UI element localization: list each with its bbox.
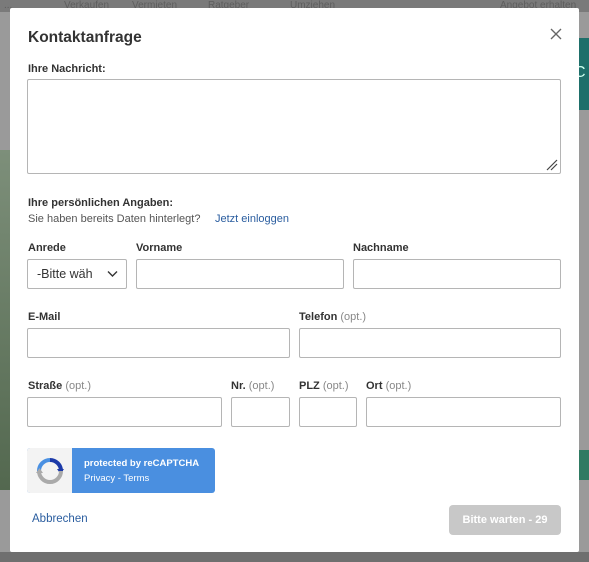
recaptcha-icon	[27, 448, 72, 493]
strasse-label-text: Straße	[28, 380, 63, 392]
nr-label: Nr. (opt.)	[231, 380, 274, 392]
modal-title: Kontaktanfrage	[28, 29, 142, 46]
existing-data-text: Sie haben bereits Daten hinterlegt?	[28, 213, 201, 225]
personal-heading: Ihre persönlichen Angaben:	[28, 197, 174, 209]
nr-optional: (opt.)	[248, 380, 275, 392]
background-bottom-bar	[0, 552, 589, 562]
strasse-optional: (opt.)	[65, 380, 91, 392]
nr-label-text: Nr.	[231, 380, 246, 392]
recaptcha-privacy-terms[interactable]: Privacy - Terms	[84, 473, 149, 484]
plz-optional: (opt.)	[322, 380, 349, 392]
nachname-label: Nachname	[353, 242, 409, 254]
telefon-input[interactable]	[299, 328, 561, 358]
anrede-selected-value: -Bitte wäh	[37, 267, 93, 281]
close-button[interactable]	[546, 24, 566, 44]
recaptcha-badge[interactable]: protected by reCAPTCHA Privacy - Terms	[27, 448, 215, 493]
background-photo	[0, 150, 10, 490]
plz-label: PLZ (opt.)	[299, 380, 349, 392]
contact-modal: Kontaktanfrage Ihre Nachricht: Ihre pers…	[10, 8, 579, 552]
plz-input[interactable]	[299, 397, 357, 427]
strasse-input[interactable]	[27, 397, 222, 427]
ort-optional: (opt.)	[385, 380, 412, 392]
nachname-input[interactable]	[353, 259, 561, 289]
vorname-label: Vorname	[136, 242, 183, 254]
cancel-button[interactable]: Abbrechen	[32, 513, 88, 525]
ort-input[interactable]	[366, 397, 561, 427]
ort-label-text: Ort	[366, 380, 383, 392]
strasse-label: Straße (opt.)	[28, 380, 91, 392]
email-label: E-Mail	[28, 311, 61, 323]
email-input[interactable]	[27, 328, 290, 358]
anrede-label: Anrede	[28, 242, 66, 254]
telefon-label: Telefon (opt.)	[299, 311, 366, 323]
login-link[interactable]: Jetzt einloggen	[215, 213, 289, 225]
close-icon	[550, 28, 562, 40]
vorname-input[interactable]	[136, 259, 344, 289]
submit-button[interactable]: Bitte warten - 29	[449, 505, 561, 535]
ort-label: Ort (opt.)	[366, 380, 411, 392]
resize-handle-icon[interactable]	[546, 159, 558, 171]
message-label: Ihre Nachricht:	[28, 63, 106, 75]
anrede-select[interactable]: -Bitte wäh	[27, 259, 127, 289]
telefon-label-text: Telefon	[299, 311, 338, 323]
nr-input[interactable]	[231, 397, 290, 427]
message-textarea[interactable]	[27, 79, 561, 174]
recaptcha-protected-text: protected by reCAPTCHA	[84, 458, 200, 469]
telefon-optional: (opt.)	[340, 311, 367, 323]
chevron-down-icon	[107, 271, 118, 277]
plz-label-text: PLZ	[299, 380, 320, 392]
